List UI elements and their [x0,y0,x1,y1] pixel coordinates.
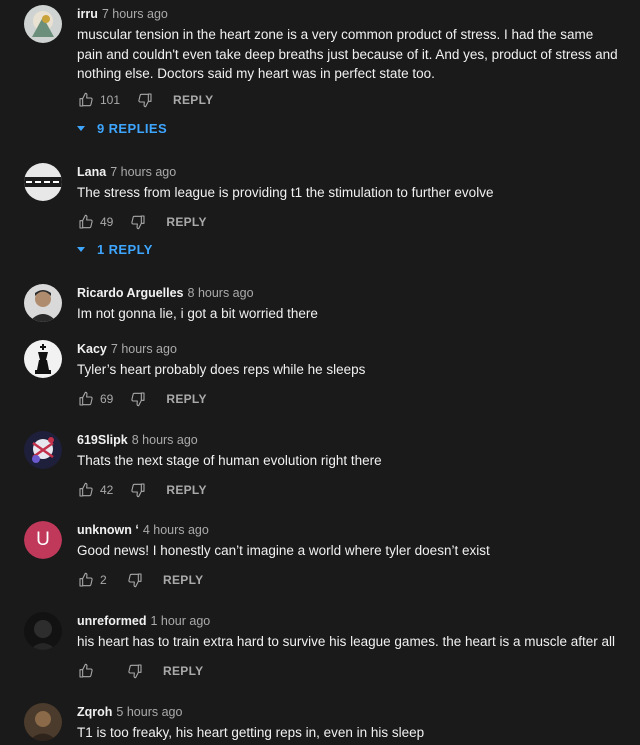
reply-button[interactable]: REPLY [163,573,203,587]
comment-actions: 49 REPLY [77,213,207,231]
timestamp[interactable]: 7 hours ago [110,165,176,179]
reply-button[interactable]: REPLY [163,664,203,678]
timestamp[interactable]: 7 hours ago [111,342,177,356]
author-name[interactable]: unknown ʻ [77,523,139,537]
view-replies-button[interactable]: 9 REPLIES [77,119,167,137]
avatar[interactable] [24,340,62,378]
author-name[interactable]: Kacy [77,342,107,356]
comment-text: T1 is too freaky, his heart getting reps… [77,725,425,740]
comment-text: muscular tension in the heart zone is a … [77,27,618,81]
thumbs-up-icon[interactable] [77,663,94,680]
timestamp[interactable]: 4 hours ago [143,523,209,537]
avatar[interactable] [24,284,62,322]
like-count: 42 [100,483,114,497]
comment-thread: Ricardo Arguelles 8 hours ago Im not gonn… [0,284,640,324]
comment-text: Im not gonna lie, i got a bit worried th… [77,306,318,321]
comment-header: irru 7 hours ago [77,5,168,23]
avatar[interactable] [24,703,62,741]
comment-header: unreformed 1 hour ago [77,612,210,630]
timestamp[interactable]: 1 hour ago [150,614,210,628]
comment-thread: 619Slipk 8 hours ago Thats the next stage… [0,431,640,506]
reply-button[interactable]: REPLY [173,93,213,107]
comment-actions: 69 REPLY [77,390,207,408]
avatar[interactable]: U [24,521,62,559]
timestamp[interactable]: 7 hours ago [102,7,168,21]
thumbs-down-icon[interactable] [126,663,143,680]
comment-actions: 42 REPLY [77,481,207,499]
author-name[interactable]: 619Slipk [77,433,128,447]
timestamp[interactable]: 8 hours ago [132,433,198,447]
avatar-letter: U [24,521,62,559]
comment-thread: U unknown ʻ 4 hours ago Good news! I hone… [0,521,640,596]
comment-thread: irru 7 hours ago muscular tension in the … [0,5,640,145]
comment-header: Lana 7 hours ago [77,163,176,181]
comment-thread: Zqroh 5 hours ago T1 is too freaky, his h… [0,703,640,745]
comment-actions: 101 REPLY [77,91,213,109]
timestamp[interactable]: 5 hours ago [116,705,182,719]
thumbs-down-icon[interactable] [136,92,153,109]
replies-label: 1 REPLY [97,241,153,257]
comment-text: his heart has to train extra hard to sur… [77,634,616,649]
timestamp[interactable]: 8 hours ago [188,286,254,300]
comment-thread: unreformed 1 hour ago his heart has to tr… [0,612,640,687]
reply-button[interactable]: REPLY [166,215,206,229]
thumbs-up-icon[interactable] [77,482,94,499]
comment-header: Kacy 7 hours ago [77,340,177,358]
view-replies-button[interactable]: 1 REPLY [77,240,153,258]
avatar[interactable] [24,5,62,43]
like-count: 2 [100,573,107,587]
like-count: 49 [100,215,114,229]
avatar[interactable] [24,431,62,469]
like-count: 69 [100,392,114,406]
reply-button[interactable]: REPLY [166,392,206,406]
comment-actions: 2 REPLY [77,571,203,589]
caret-down-icon [77,125,85,131]
comment-text: The stress from league is providing t1 t… [77,185,494,200]
thumbs-down-icon[interactable] [129,482,146,499]
author-name[interactable]: unreformed [77,614,146,628]
thumbs-up-icon[interactable] [77,391,94,408]
author-name[interactable]: irru [77,7,98,21]
comment-text: Good news! I honestly can’t imagine a wo… [77,543,490,558]
avatar[interactable] [24,163,62,201]
replies-label: 9 REPLIES [97,120,168,136]
thumbs-down-icon[interactable] [126,572,143,589]
comment-text: Thats the next stage of human evolution … [77,453,382,468]
comment-header: Zqroh 5 hours ago [77,703,182,721]
comment-thread: Lana 7 hours ago The stress from league i… [0,163,640,263]
author-name[interactable]: Zqroh [77,705,112,719]
thumbs-up-icon[interactable] [77,214,94,231]
comment-text: Tyler’s heart probably does reps while h… [77,362,366,377]
thumbs-up-icon[interactable] [77,572,94,589]
comment-actions: REPLY [77,662,203,680]
thumbs-down-icon[interactable] [129,214,146,231]
comment-header: unknown ʻ 4 hours ago [77,521,209,539]
thumbs-down-icon[interactable] [129,391,146,408]
avatar[interactable] [24,612,62,650]
caret-down-icon [77,246,85,252]
comment-thread: Kacy 7 hours ago Tyler’s heart probably d… [0,340,640,415]
thumbs-up-icon[interactable] [77,92,94,109]
comment-header: 619Slipk 8 hours ago [77,431,198,449]
comment-header: Ricardo Arguelles 8 hours ago [77,284,254,302]
author-name[interactable]: Lana [77,165,106,179]
reply-button[interactable]: REPLY [166,483,206,497]
author-name[interactable]: Ricardo Arguelles [77,286,184,300]
like-count: 101 [100,93,121,107]
